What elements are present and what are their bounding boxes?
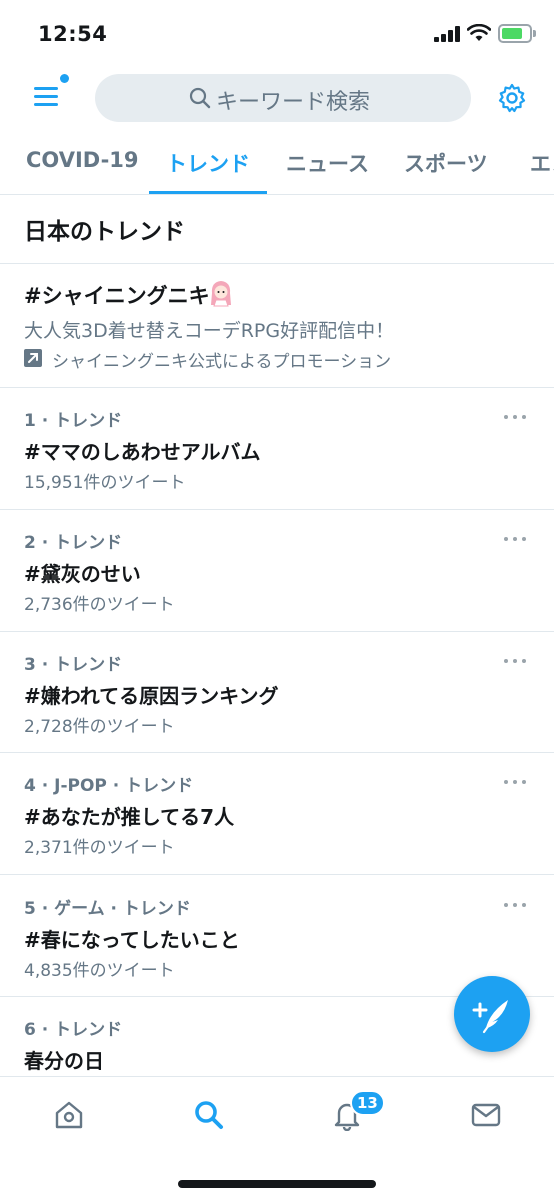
trend-meta: 5 · ゲーム · トレンド bbox=[24, 899, 191, 919]
more-icon[interactable] bbox=[504, 901, 528, 909]
compose-tweet-button[interactable] bbox=[454, 976, 530, 1052]
promoted-trend-title: #シャイニングニキ bbox=[24, 284, 210, 308]
trend-name: 春分の日 bbox=[24, 1049, 104, 1073]
tab-trends[interactable]: トレンド bbox=[166, 148, 250, 178]
trend-meta: 3 · トレンド bbox=[24, 655, 123, 675]
trend-meta: 2 · トレンド bbox=[24, 533, 123, 553]
trend-count: 15,951件のツイート bbox=[24, 473, 186, 493]
section-title: 日本のトレンド bbox=[24, 219, 185, 245]
divider bbox=[0, 263, 554, 264]
tab-covid19[interactable]: COVID-19 bbox=[26, 148, 139, 172]
tab-active-indicator bbox=[149, 191, 267, 194]
trend-name: #ママのしあわせアルバム bbox=[24, 440, 261, 464]
trend-meta: 6 · トレンド bbox=[24, 1020, 123, 1040]
trend-meta: 4 · J-POP · トレンド bbox=[24, 776, 194, 796]
promoted-trend-description: 大人気3D着せ替えコーデRPG好評配信中！ bbox=[24, 320, 395, 342]
divider bbox=[0, 387, 554, 388]
notification-badge: 13 bbox=[350, 1090, 385, 1116]
trend-name: #あなたが推してる7人 bbox=[24, 805, 235, 829]
menu-icon[interactable] bbox=[34, 85, 60, 109]
trend-meta: 1 · トレンド bbox=[24, 411, 123, 431]
search-icon[interactable] bbox=[193, 1099, 225, 1131]
more-icon[interactable] bbox=[504, 413, 528, 421]
messages-icon[interactable] bbox=[470, 1099, 502, 1131]
trend-count: 2,371件のツイート bbox=[24, 838, 175, 858]
promoted-icon bbox=[24, 349, 42, 367]
gear-icon[interactable] bbox=[496, 82, 528, 114]
wifi-icon bbox=[467, 24, 491, 41]
promoted-by-label: シャイニングニキ公式によるプロモーション bbox=[52, 352, 392, 372]
trend-name: #嫌われてる原因ランキング bbox=[24, 684, 279, 708]
status-bar: 12:54 bbox=[0, 0, 554, 66]
status-time: 12:54 bbox=[38, 22, 108, 46]
more-icon[interactable] bbox=[504, 657, 528, 665]
trend-name: #春になってしたいこと bbox=[24, 928, 240, 952]
trend-count: 2,728件のツイート bbox=[24, 717, 175, 737]
search-placeholder: キーワード検索 bbox=[216, 90, 371, 115]
divider bbox=[0, 752, 554, 753]
home-indicator bbox=[178, 1180, 376, 1188]
trend-count: 2,736件のツイート bbox=[24, 595, 175, 615]
tab-entertainment[interactable]: エンタメ bbox=[530, 148, 554, 178]
tab-bar: COVID-19 トレンド ニュース スポーツ エンタメ bbox=[0, 132, 554, 195]
tab-sports[interactable]: スポーツ bbox=[404, 148, 488, 178]
tab-news[interactable]: ニュース bbox=[286, 148, 369, 178]
trend-count: 4,835件のツイート bbox=[24, 961, 175, 981]
character-icon bbox=[211, 281, 231, 307]
more-icon[interactable] bbox=[504, 778, 528, 786]
trend-name: #黛灰のせい bbox=[24, 562, 141, 586]
notification-dot bbox=[60, 74, 69, 83]
home-icon[interactable] bbox=[53, 1099, 85, 1131]
divider bbox=[0, 874, 554, 875]
battery-icon bbox=[498, 24, 532, 43]
compose-feather-icon bbox=[472, 1000, 508, 1034]
battery-cap bbox=[533, 30, 536, 37]
more-icon[interactable] bbox=[504, 535, 528, 543]
search-icon bbox=[189, 87, 211, 109]
divider bbox=[0, 509, 554, 510]
signal-icon bbox=[434, 26, 460, 42]
divider bbox=[0, 631, 554, 632]
